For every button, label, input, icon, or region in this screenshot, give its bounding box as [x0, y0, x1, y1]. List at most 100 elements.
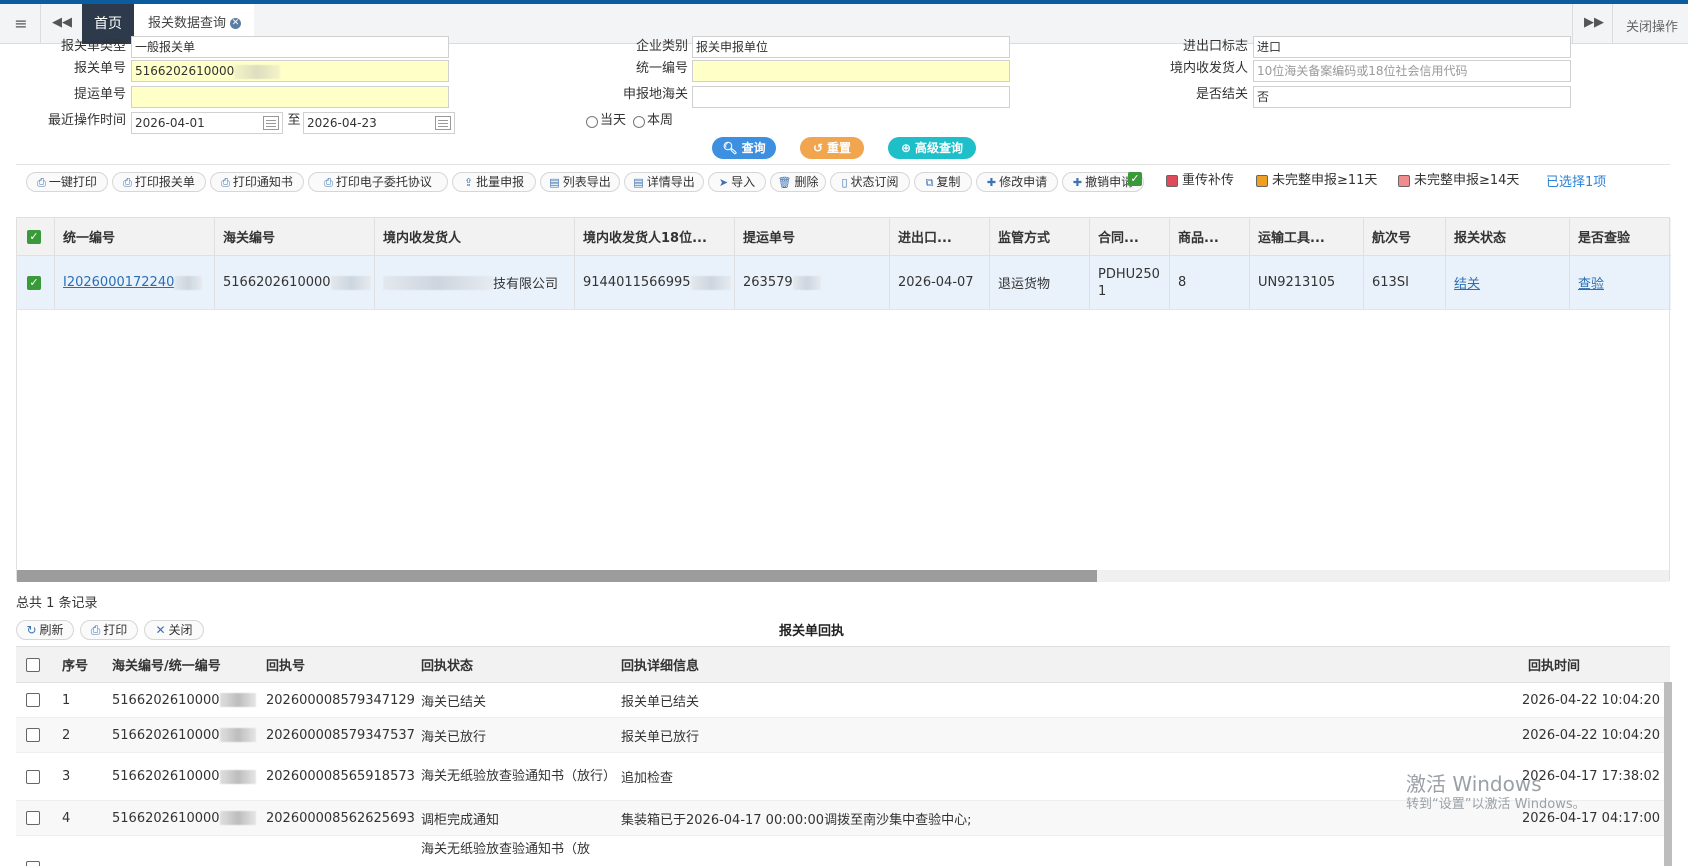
- scroll-right-icon[interactable]: ▶▶: [1584, 15, 1604, 30]
- row-checkbox-cell: [26, 683, 40, 717]
- advanced-query-button-label: 高级查询: [915, 141, 964, 155]
- refresh-button[interactable]: ↻ 刷新: [16, 620, 74, 640]
- action-toolbar: ⎙ 一键打印 ⎙ 打印报关单 ⎙ 打印通知书 ⎙ 打印电子委托协议 ⇪ 批量申报 ▤ 列表导…: [16, 170, 1676, 196]
- row-checkbox[interactable]: [26, 811, 40, 825]
- watermark-line1: 激活 Windows: [1406, 772, 1542, 796]
- print-icon: ⎙: [90, 623, 101, 637]
- toolbar-button-batch-declare[interactable]: ⇪ 批量申报: [452, 172, 536, 192]
- toolbar-button-detail-export[interactable]: ▤ 详情导出: [624, 172, 704, 192]
- row-checkbox[interactable]: ✓: [27, 275, 41, 290]
- advanced-query-button[interactable]: ⊕ 高级查询: [888, 137, 976, 159]
- column-header[interactable]: 进出口...: [890, 218, 990, 255]
- radio-week[interactable]: [633, 116, 645, 128]
- row-checkbox[interactable]: [26, 728, 40, 742]
- close-tab-icon[interactable]: ✕: [230, 18, 242, 29]
- unified-no-link[interactable]: I2026000172240: [63, 275, 174, 290]
- column-header[interactable]: 报关状态: [1446, 218, 1570, 255]
- toolbar-button-print-agreement[interactable]: ⎙ 打印电子委托协议: [308, 172, 448, 192]
- receipt-grid: 序号 海关编号/统一编号 回执号 回执状态 回执详细信息 回执时间 1 5166…: [16, 646, 1670, 866]
- decl-customs-label: 申报地海关: [622, 87, 688, 102]
- toolbar-button-print-all[interactable]: ⎙ 一键打印: [26, 172, 108, 192]
- decl-customs-input[interactable]: [692, 86, 1010, 108]
- column-header[interactable]: 商品...: [1170, 218, 1250, 255]
- date-to-input[interactable]: 2026-04-23: [303, 112, 455, 134]
- decl-no-input[interactable]: 5166202610000: [131, 60, 449, 82]
- toolbar-button-print-declaration[interactable]: ⎙ 打印报关单: [112, 172, 206, 192]
- scroll-left-icon[interactable]: ◀◀: [52, 15, 72, 30]
- cell-state: 海关已结关: [421, 694, 487, 710]
- consignee-input[interactable]: 10位海关备案编码或18位社会信用代码: [1253, 60, 1571, 82]
- column-header[interactable]: 回执号: [266, 647, 305, 682]
- closed-select[interactable]: 否: [1253, 86, 1571, 108]
- column-header[interactable]: 合同...: [1090, 218, 1170, 255]
- hamburger-menu-icon[interactable]: ≡: [12, 15, 30, 33]
- legend-resend-label: 重传补传: [1182, 173, 1235, 188]
- column-header[interactable]: 回执状态: [421, 647, 473, 682]
- horizontal-scrollbar[interactable]: [17, 570, 1669, 582]
- radio-today[interactable]: [586, 116, 598, 128]
- toolbar-button-print-notice[interactable]: ⎙ 打印通知书: [210, 172, 304, 192]
- close-operations-button[interactable]: 关闭操作: [1626, 16, 1678, 35]
- legend-incomplete-14-label: 未完整申报≥14天: [1414, 173, 1520, 188]
- row-checkbox[interactable]: [26, 861, 40, 866]
- cell-state: 海关无纸验放查验通知书（放: [421, 842, 591, 857]
- toolbar-label: 打印报关单: [134, 175, 195, 189]
- query-button[interactable]: 🔍︎ 查询: [712, 137, 776, 159]
- reset-button[interactable]: ↺ 重置: [800, 137, 864, 159]
- row-checkbox[interactable]: [26, 769, 40, 784]
- table-row[interactable]: 1 5166202610000 202600008579347129 海关已结关…: [16, 683, 1670, 718]
- toolbar-button-subscribe[interactable]: ▯ 状态订阅: [830, 172, 910, 192]
- column-header[interactable]: 提运单号: [735, 218, 890, 255]
- toolbar-button-list-export[interactable]: ▤ 列表导出: [540, 172, 620, 192]
- table-row[interactable]: 2 5166202610000 202600008579347537 海关已放行…: [16, 718, 1670, 753]
- calendar-icon[interactable]: [435, 116, 451, 130]
- cell-receipt-no: 202600008562625693: [266, 810, 415, 826]
- status-link[interactable]: 结关: [1454, 273, 1480, 292]
- unified-no-input[interactable]: [692, 60, 1010, 82]
- column-header[interactable]: 海关编号: [215, 218, 375, 255]
- column-header[interactable]: 航次号: [1364, 218, 1446, 255]
- cell-seq: 2: [62, 727, 71, 743]
- decl-type-input[interactable]: 一般报关单: [131, 36, 449, 58]
- toolbar-label: 删除: [794, 175, 819, 189]
- cell-seq: 3: [62, 769, 71, 784]
- watermark-line2: 转到“设置”以激活 Windows。: [1406, 797, 1586, 812]
- column-header[interactable]: 回执详细信息: [621, 647, 699, 682]
- column-header[interactable]: 运输工具...: [1250, 218, 1364, 255]
- scrollbar-thumb[interactable]: [17, 570, 1097, 582]
- scrollbar-thumb[interactable]: [1664, 682, 1672, 866]
- reset-button-label: 重置: [827, 141, 852, 155]
- column-header[interactable]: 境内收发货人18位...: [575, 218, 735, 255]
- toolbar-button-import[interactable]: ➤ 导入: [708, 172, 766, 192]
- column-header[interactable]: 海关编号/统一编号: [112, 647, 221, 682]
- date-from-input[interactable]: 2026-04-01: [131, 112, 283, 134]
- bl-no-input[interactable]: [131, 86, 449, 108]
- cell-receipt-no: 202600008579347537: [266, 727, 415, 743]
- row-checkbox[interactable]: [26, 693, 40, 707]
- toolbar-button-modify-request[interactable]: ✚ 修改申请: [976, 172, 1058, 192]
- toolbar-button-copy[interactable]: ⧉ 复制: [914, 172, 972, 192]
- column-header[interactable]: 监管方式: [990, 218, 1090, 255]
- print-button[interactable]: ⎙ 打印: [80, 620, 138, 640]
- selected-count-link[interactable]: 已选择1项: [1546, 171, 1606, 190]
- select-all-checkbox[interactable]: [26, 657, 40, 672]
- calendar-icon[interactable]: [263, 116, 279, 130]
- close-button[interactable]: ✕ 关闭: [144, 620, 204, 640]
- column-header[interactable]: 是否查验: [1570, 218, 1670, 255]
- column-header[interactable]: 回执时间: [1528, 647, 1580, 682]
- vertical-scrollbar[interactable]: [1664, 682, 1672, 866]
- legend-toggle-checkbox[interactable]: ✓: [1128, 172, 1142, 186]
- column-header[interactable]: 序号: [62, 647, 88, 682]
- table-row[interactable]: ✓ I2026000172240 5166202610000 技有限公司 914…: [17, 256, 1671, 310]
- table-row[interactable]: 海关无纸验放查验通知书（放: [16, 836, 1670, 866]
- select-all-checkbox[interactable]: ✓: [27, 229, 41, 244]
- column-header[interactable]: 境内收发货人: [375, 218, 575, 255]
- enterprise-identity-input[interactable]: 报关申报单位: [692, 36, 1010, 58]
- column-header[interactable]: 统一编号: [55, 218, 215, 255]
- ie-flag-input[interactable]: 进口: [1253, 36, 1571, 58]
- search-icon: 🔍︎: [722, 141, 738, 155]
- cell-detail: 报关单已放行: [621, 729, 700, 745]
- inspection-link[interactable]: 查验: [1578, 273, 1604, 292]
- cell-seq: 1: [62, 692, 71, 708]
- toolbar-button-delete[interactable]: 🗑︎ 删除: [770, 172, 826, 192]
